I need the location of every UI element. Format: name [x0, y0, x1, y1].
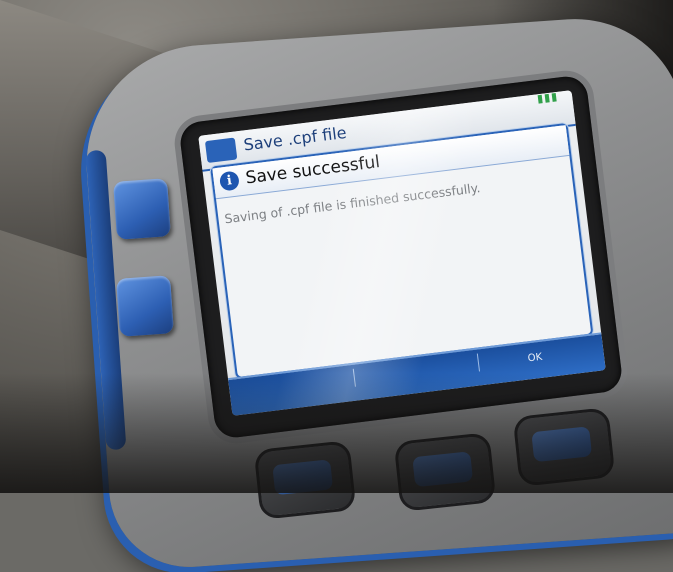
background-bottom-shadow: [0, 373, 673, 493]
side-button-lower[interactable]: [116, 275, 174, 337]
softkey-divider: [476, 353, 481, 372]
device-screen: Save .cpf file ▮▮▮ i Save successful Sav…: [198, 90, 606, 416]
side-button-upper[interactable]: [113, 178, 171, 240]
header-title: Save .cpf file: [242, 122, 348, 155]
info-icon: i: [218, 170, 241, 192]
header-app-icon: [204, 137, 238, 164]
ok-softkey[interactable]: OK: [527, 352, 543, 365]
